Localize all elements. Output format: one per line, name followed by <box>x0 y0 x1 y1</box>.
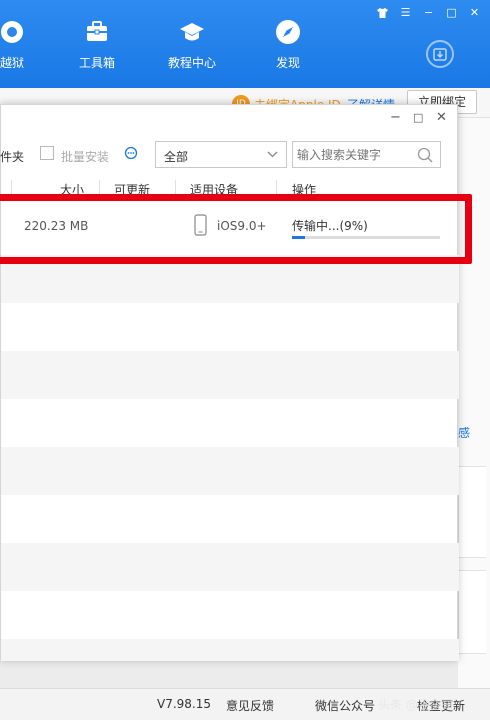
menu-button[interactable]: ☰ <box>396 4 415 21</box>
nav-label-discover: 发现 <box>275 56 300 70</box>
empty-row <box>1 639 459 661</box>
batch-install-icon <box>40 146 54 160</box>
filter-select-value: 全部 <box>164 150 189 164</box>
chevron-down-icon <box>267 151 278 158</box>
dialog-maximize-button[interactable]: □ <box>413 111 423 124</box>
background-card <box>458 466 486 558</box>
background-link-fragment[interactable]: 感 <box>458 424 470 441</box>
toolbox-icon <box>87 21 107 41</box>
nav-item-discover[interactable]: 发现 <box>253 18 323 71</box>
skin-button[interactable] <box>373 4 392 21</box>
maximize-button[interactable]: □ <box>442 4 461 21</box>
more-options-icon[interactable] <box>124 147 138 159</box>
search-input[interactable] <box>297 145 415 164</box>
highlight-annotation-box <box>0 194 472 264</box>
watermark: 头条 @平头哥 <box>378 698 454 712</box>
minimize-button[interactable]: − <box>419 4 438 21</box>
window-controls: ☰ − □ ✕ <box>373 4 484 21</box>
background-card <box>458 570 486 654</box>
nav-label-jailbreak: 越狱 <box>0 56 24 70</box>
empty-row <box>1 351 459 399</box>
nav-item-toolbox[interactable]: 工具箱 <box>62 18 132 71</box>
nav-item-jailbreak[interactable]: 越狱 <box>0 18 47 71</box>
close-button[interactable]: ✕ <box>465 4 484 21</box>
download-icon <box>433 48 447 61</box>
version-label: V7.98.15 <box>157 697 212 711</box>
compass-icon <box>276 20 300 44</box>
empty-row <box>1 543 459 591</box>
feedback-link[interactable]: 意见反馈 <box>226 697 274 714</box>
empty-row <box>1 447 459 495</box>
open-folder-button[interactable]: 件夹 <box>0 148 24 165</box>
search-icon[interactable] <box>417 147 433 163</box>
jailbreak-icon <box>1 21 23 43</box>
nav-label-tutorial-center: 教程中心 <box>167 56 216 70</box>
nav-item-tutorial-center[interactable]: 教程中心 <box>157 18 227 71</box>
graduation-cap-icon <box>180 23 204 41</box>
search-box <box>292 141 441 168</box>
download-manager-button[interactable] <box>426 40 454 68</box>
shirt-icon <box>377 7 388 18</box>
filter-select[interactable]: 全部 <box>155 141 287 168</box>
nav-label-toolbox: 工具箱 <box>78 56 115 70</box>
batch-install-button[interactable]: 批量安装 <box>61 148 109 165</box>
dialog-minimize-button[interactable]: − <box>390 110 401 125</box>
wechat-link[interactable]: 微信公众号 <box>315 697 375 714</box>
dialog-close-button[interactable]: ✕ <box>436 110 447 125</box>
